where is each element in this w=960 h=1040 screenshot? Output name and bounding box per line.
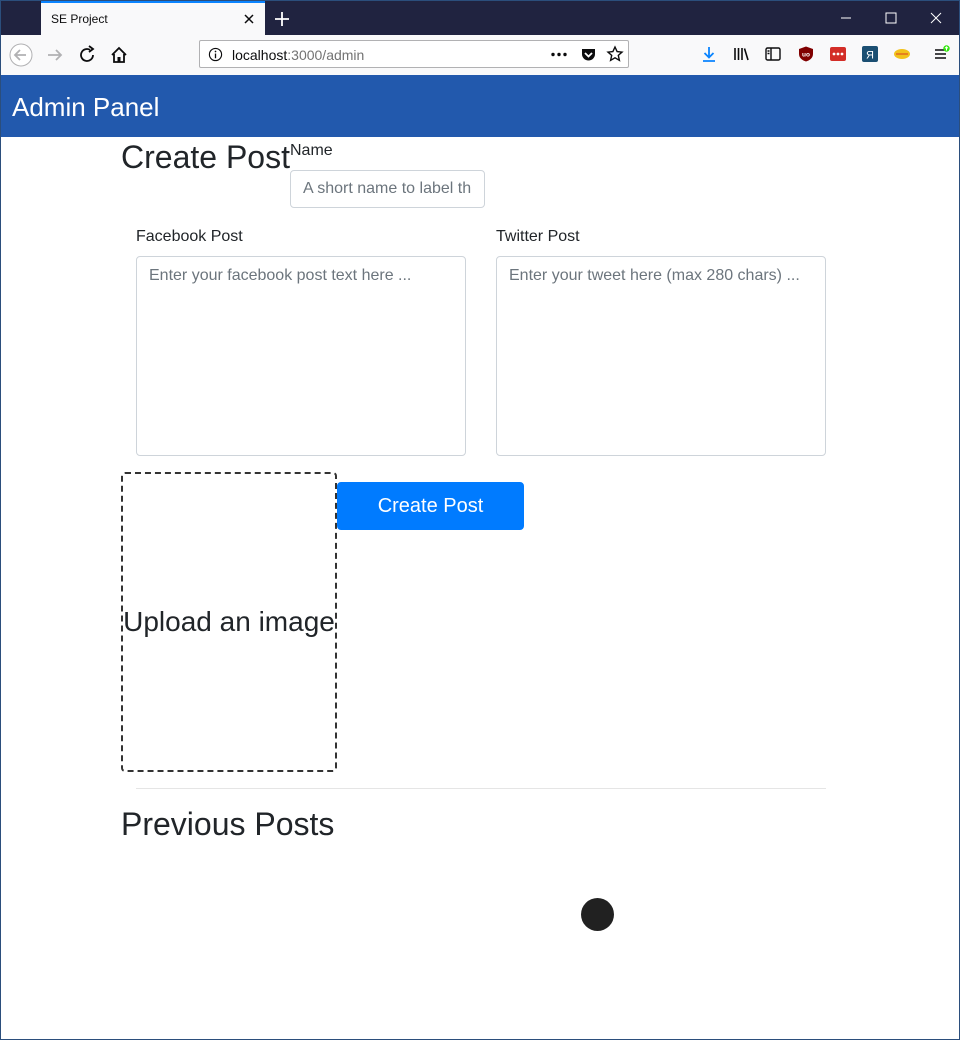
facebook-post-label: Facebook Post bbox=[136, 228, 243, 245]
address-bar[interactable]: localhost:3000/admin bbox=[199, 40, 629, 68]
close-window-icon[interactable] bbox=[927, 9, 945, 27]
app-title: Admin Panel bbox=[12, 92, 160, 122]
url-path: :3000/admin bbox=[287, 47, 365, 63]
honey-extension-icon[interactable] bbox=[893, 45, 911, 63]
twitter-post-textarea[interactable] bbox=[496, 256, 826, 456]
pocket-icon[interactable] bbox=[580, 46, 597, 63]
download-icon[interactable] bbox=[700, 45, 718, 63]
star-icon[interactable] bbox=[606, 45, 624, 63]
svg-text:uo: uo bbox=[802, 52, 810, 59]
arrow-left-icon[interactable] bbox=[9, 43, 33, 67]
minimize-icon[interactable] bbox=[837, 9, 855, 27]
create-post-heading: Create Post bbox=[121, 139, 290, 175]
ellipsis-icon[interactable] bbox=[550, 47, 568, 62]
reload-icon[interactable] bbox=[75, 43, 99, 67]
lastpass-icon[interactable] bbox=[829, 45, 847, 63]
twitter-post-label: Twitter Post bbox=[496, 228, 580, 245]
new-tab-icon[interactable] bbox=[272, 9, 292, 29]
hamburger-menu-icon[interactable] bbox=[932, 45, 950, 63]
image-upload-dropzone[interactable]: Upload an image bbox=[121, 472, 337, 772]
ublock-shield-icon[interactable]: uo bbox=[797, 45, 815, 63]
svg-text:Я: Я bbox=[866, 50, 874, 62]
upload-image-text: Upload an image bbox=[123, 606, 335, 637]
previous-posts-heading: Previous Posts bbox=[121, 806, 335, 842]
loading-spinner bbox=[581, 898, 614, 931]
url-text: localhost:3000/admin bbox=[232, 47, 364, 63]
app-header: Admin Panel bbox=[1, 75, 959, 137]
name-label: Name bbox=[290, 142, 333, 159]
name-input[interactable] bbox=[290, 170, 485, 208]
library-icon[interactable] bbox=[732, 45, 750, 63]
arrow-right-icon[interactable] bbox=[43, 43, 67, 67]
browser-window: SE Project localhost:3000/admin uo Я Adm… bbox=[0, 0, 960, 1040]
section-divider bbox=[136, 788, 826, 789]
create-post-button[interactable]: Create Post bbox=[337, 482, 524, 530]
close-tab-icon[interactable] bbox=[241, 11, 257, 27]
tab-strip: SE Project bbox=[1, 1, 959, 35]
url-host: localhost bbox=[232, 47, 288, 63]
tab-title: SE Project bbox=[51, 12, 108, 26]
facebook-post-textarea[interactable] bbox=[136, 256, 466, 456]
sidebar-icon[interactable] bbox=[764, 45, 782, 63]
home-icon[interactable] bbox=[107, 43, 131, 67]
navigation-toolbar: localhost:3000/admin uo Я bbox=[1, 35, 959, 76]
browser-tab[interactable]: SE Project bbox=[41, 1, 265, 35]
maximize-icon[interactable] bbox=[882, 9, 900, 27]
info-icon[interactable] bbox=[208, 47, 223, 62]
yandex-icon[interactable]: Я bbox=[861, 45, 879, 63]
